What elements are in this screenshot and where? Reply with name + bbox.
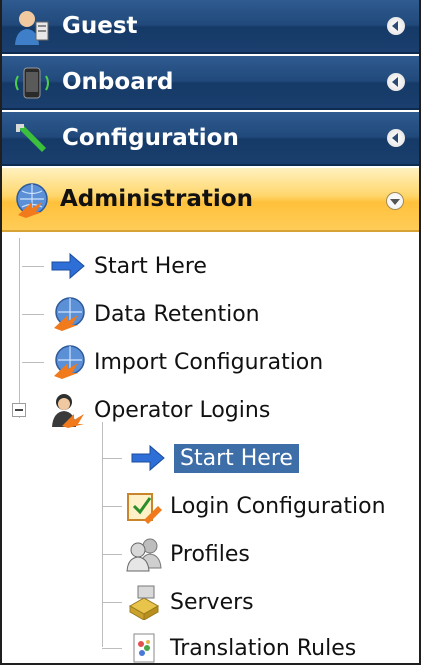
collapse-toggle-icon[interactable] (386, 192, 404, 210)
tree-item-start-here[interactable]: Start Here (48, 246, 207, 286)
tree-item-label: Start Here (94, 253, 207, 279)
section-label: Onboard (62, 69, 174, 95)
tree-item-operator-logins[interactable]: Operator Logins (48, 390, 270, 430)
tree-item-label: Login Configuration (170, 493, 386, 519)
tree-connector (22, 266, 44, 267)
tree-item-profiles[interactable]: Profiles (124, 534, 250, 574)
tree-connector (102, 554, 122, 555)
operator-user-icon (52, 394, 84, 428)
admin-tree: Start Here Data Retention Import Configu… (2, 238, 419, 663)
mobile-device-icon (15, 67, 49, 99)
tree-item-label: Data Retention (94, 301, 260, 327)
translation-rules-icon (133, 633, 155, 663)
tree-item-data-retention[interactable]: Data Retention (48, 294, 260, 334)
tree-item-label: Import Configuration (94, 349, 324, 375)
tree-connector (22, 314, 44, 315)
tree-connector (102, 506, 122, 507)
tree-item-label: Start Here (174, 443, 299, 473)
tree-item-label: Operator Logins (94, 397, 271, 423)
tree-item-start-here-child[interactable]: Start Here (128, 438, 299, 478)
login-config-icon (127, 493, 162, 524)
tree-item-login-configuration[interactable]: Login Configuration (124, 486, 386, 526)
section-administration[interactable]: Administration (2, 168, 419, 232)
wrench-icon (16, 124, 46, 152)
tree-connector (102, 648, 122, 649)
expand-toggle-icon[interactable] (387, 129, 405, 147)
tree-item-label: Translation Rules (170, 635, 357, 661)
arrow-right-icon (131, 444, 165, 472)
guest-user-icon (15, 11, 49, 45)
section-label: Guest (62, 13, 138, 39)
arrow-right-icon (51, 252, 85, 280)
expand-toggle-icon[interactable] (387, 73, 405, 91)
profiles-icon (126, 538, 162, 572)
section-configuration[interactable]: Configuration (2, 112, 419, 166)
section-label: Configuration (62, 125, 239, 151)
globe-arrow-icon (54, 297, 85, 331)
section-guest[interactable]: Guest (2, 0, 419, 54)
tree-connector (102, 458, 122, 459)
tree-item-label: Servers (170, 589, 254, 615)
globe-arrow-icon (16, 183, 48, 218)
tree-connector (102, 602, 122, 603)
tree-item-translation-rules[interactable]: Translation Rules (124, 628, 357, 663)
globe-arrow-icon (54, 345, 85, 379)
tree-item-servers[interactable]: Servers (124, 582, 254, 622)
server-icon (128, 585, 160, 620)
tree-connector (102, 422, 103, 647)
tree-item-import-configuration[interactable]: Import Configuration (48, 342, 323, 382)
tree-item-label: Profiles (170, 541, 250, 567)
navigation-panel: Guest Onboard Configuration Administrati… (0, 0, 421, 665)
collapse-tree-toggle[interactable] (12, 403, 26, 417)
expand-toggle-icon[interactable] (387, 17, 405, 35)
tree-connector (22, 362, 44, 363)
tree-connector (19, 238, 20, 418)
section-label: Administration (60, 186, 253, 212)
section-onboard[interactable]: Onboard (2, 56, 419, 110)
